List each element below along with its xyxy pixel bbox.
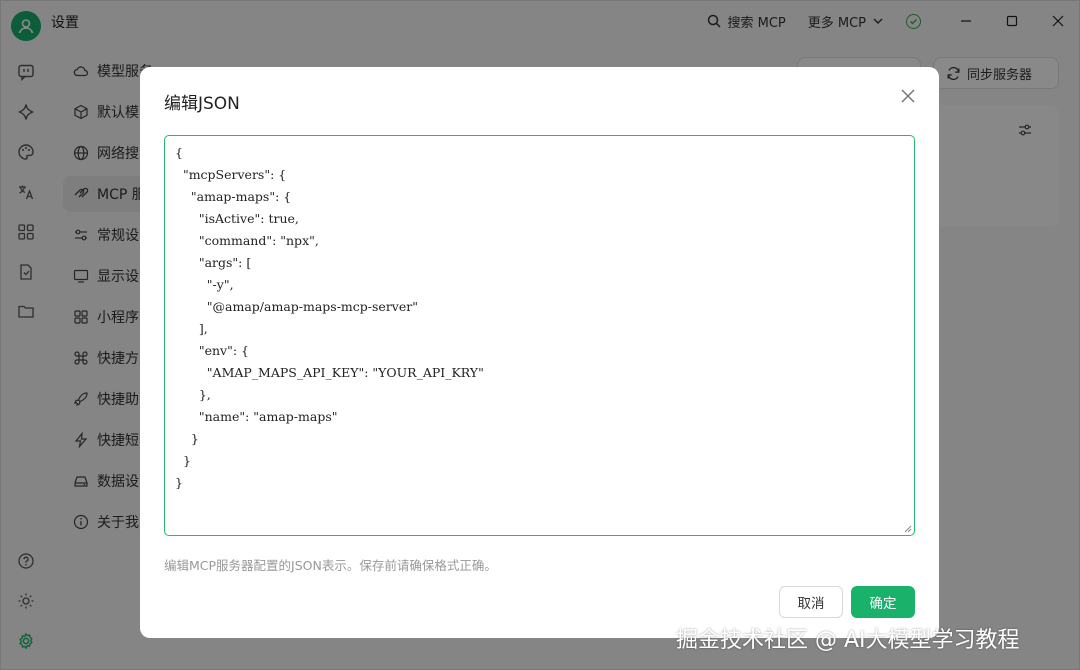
dialog-title: 编辑JSON (164, 94, 240, 114)
watermark: 掘金技术社区 @ AI大模型学习教程 (676, 628, 1020, 653)
resize-grip-icon[interactable] (902, 523, 912, 533)
close-icon[interactable] (899, 87, 917, 105)
editor-hint: 编辑MCP服务器配置的JSON表示。保存前请确保格式正确。 (164, 558, 497, 573)
confirm-button[interactable]: 确定 (851, 586, 915, 618)
edit-json-dialog: 编辑JSON { "mcpServers": { "amap-maps": { … (140, 67, 939, 638)
json-editor[interactable]: { "mcpServers": { "amap-maps": { "isActi… (164, 135, 915, 536)
cancel-button[interactable]: 取消 (779, 586, 843, 618)
json-editor-text[interactable]: { "mcpServers": { "amap-maps": { "isActi… (175, 142, 904, 494)
